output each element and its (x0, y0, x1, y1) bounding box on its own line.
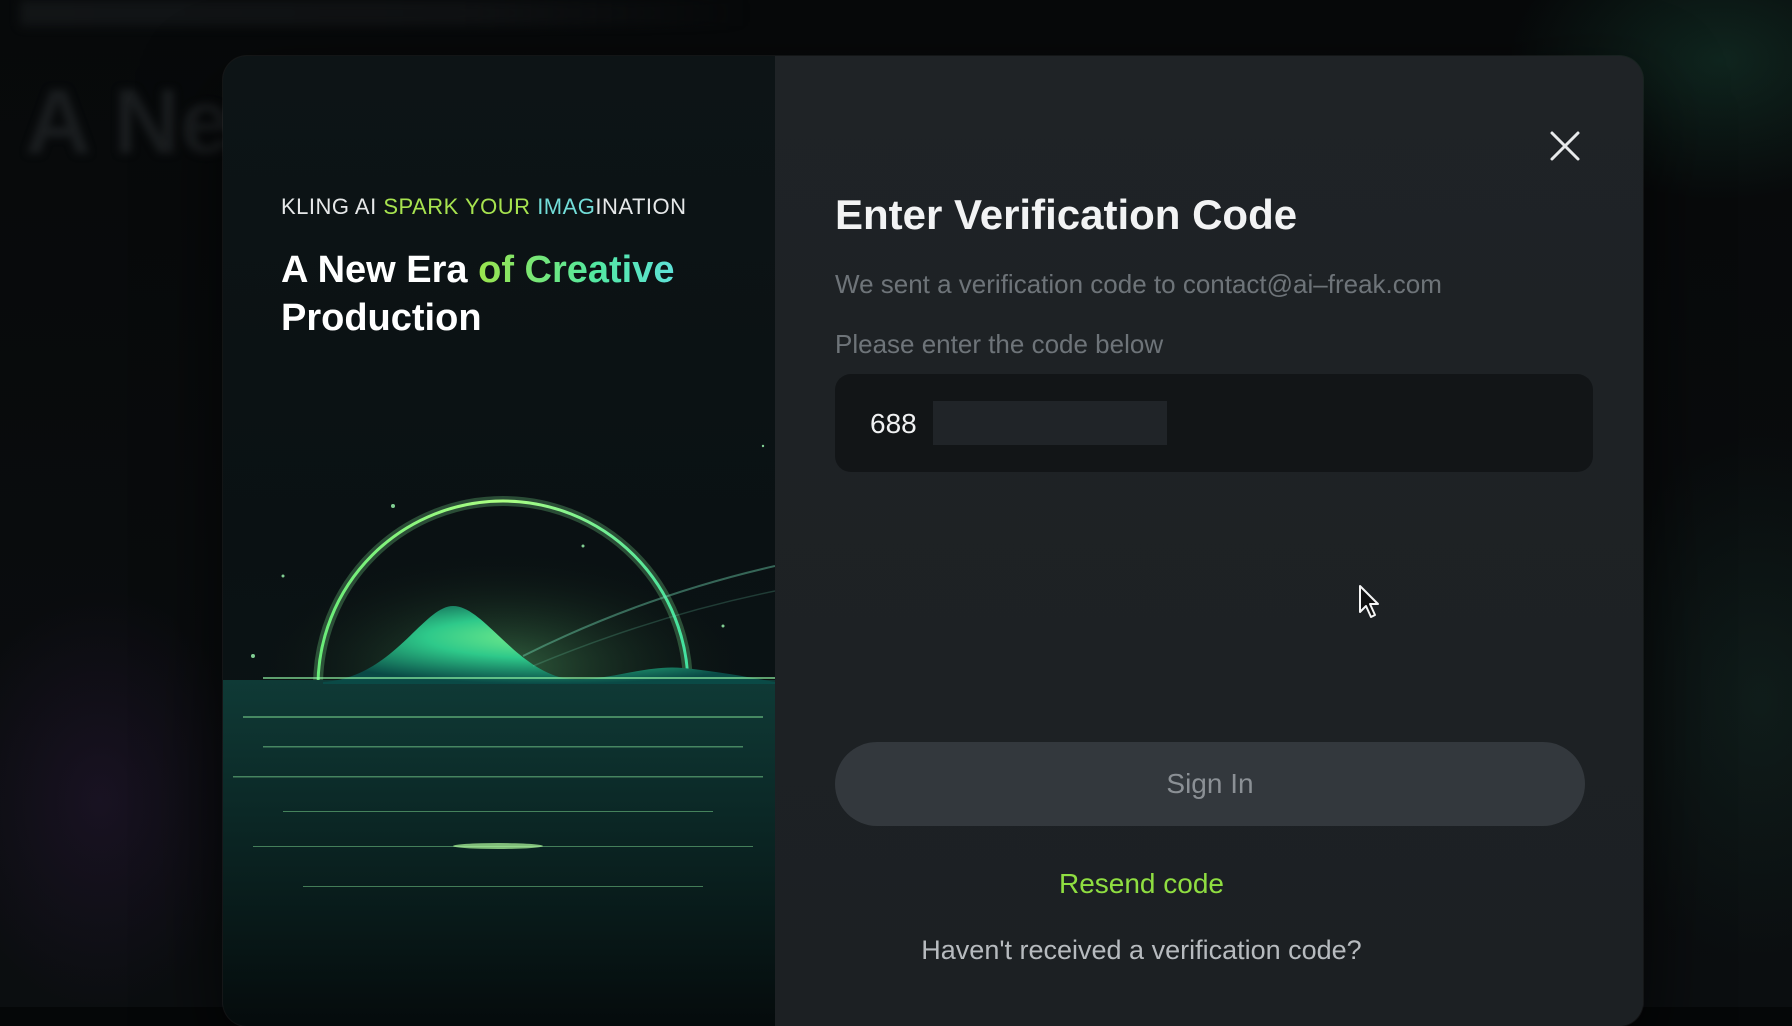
verification-code-input[interactable] (868, 374, 932, 474)
headline-part-1: A New Era (281, 249, 478, 291)
not-received-message: Haven't received a verification code? (775, 935, 1643, 966)
verification-code-field[interactable] (835, 374, 1593, 472)
tagline-word-spark: SPARK (383, 194, 465, 219)
blurred-background-text: A Ne (25, 70, 231, 175)
redaction-box (933, 401, 1167, 445)
brand-tagline: KLING AI SPARK YOUR IMAGINATION (281, 194, 687, 220)
promo-illustration (223, 416, 775, 1026)
tagline-brand: KLING AI (281, 194, 383, 219)
headline-accent: of Creative (478, 249, 674, 291)
resend-code-link[interactable]: Resend code (775, 868, 1643, 900)
close-icon[interactable] (1547, 128, 1583, 164)
headline-part-2: Production (281, 297, 482, 339)
tagline-word-ination: INATION (595, 194, 686, 219)
promo-headline: A New Era of Creative Production (281, 246, 761, 342)
blurred-top-bar (20, 0, 750, 26)
mouse-pointer-icon (1358, 584, 1380, 620)
enter-code-instruction: Please enter the code below (835, 329, 1163, 360)
sign-in-button[interactable]: Sign In (835, 742, 1585, 826)
sent-to-message: We sent a verification code to contact@a… (835, 269, 1442, 300)
verification-modal: KLING AI SPARK YOUR IMAGINATION A New Er… (223, 56, 1643, 1026)
form-panel: Enter Verification Code We sent a verifi… (775, 56, 1643, 1026)
modal-title: Enter Verification Code (835, 191, 1297, 239)
tagline-word-your: YOUR (465, 194, 537, 219)
tagline-word-imag: IMAG (537, 194, 595, 219)
promo-panel: KLING AI SPARK YOUR IMAGINATION A New Er… (223, 56, 775, 1026)
